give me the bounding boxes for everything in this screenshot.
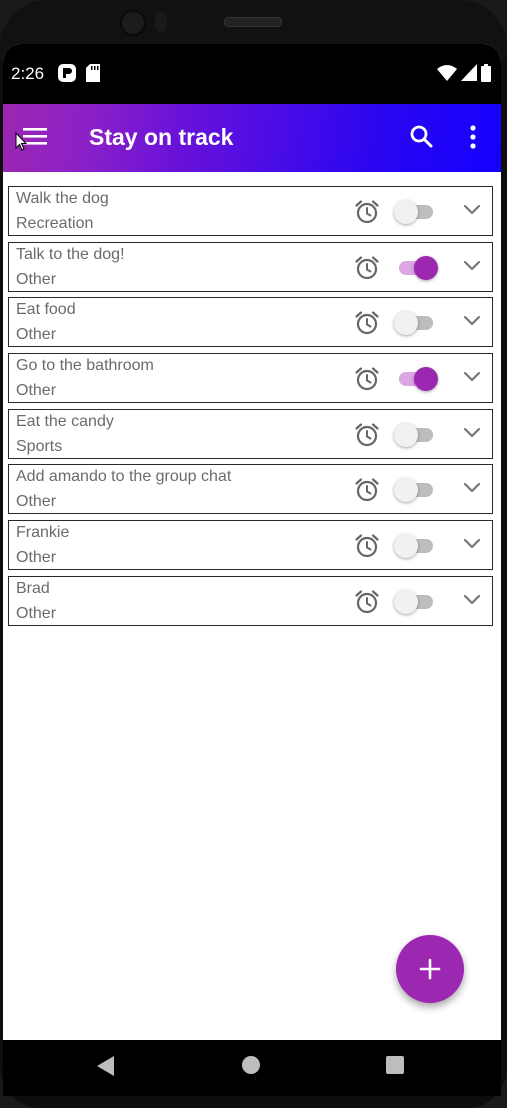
task-category: Other [16, 549, 57, 567]
plus-icon [396, 935, 464, 1003]
back-icon[interactable] [96, 1055, 116, 1077]
chevron-down-icon[interactable] [463, 537, 481, 551]
task-item[interactable]: Walk the dog Recreation [8, 186, 493, 236]
alarm-clock-icon[interactable] [354, 255, 380, 281]
task-category: Other [16, 493, 57, 511]
alarm-clock-icon[interactable] [354, 310, 380, 336]
alarm-toggle-switch[interactable] [394, 589, 436, 614]
home-icon[interactable] [242, 1056, 260, 1074]
alarm-toggle-switch[interactable] [394, 422, 436, 447]
alarm-toggle-switch[interactable] [394, 534, 436, 559]
chevron-down-icon[interactable] [463, 481, 481, 495]
sd-card-icon [86, 64, 100, 87]
switch-thumb [414, 367, 438, 392]
wifi-icon [437, 64, 457, 87]
recents-icon[interactable] [386, 1056, 404, 1074]
task-category: Sports [16, 437, 63, 455]
task-category: Other [16, 604, 57, 622]
app-notification-icon [58, 64, 76, 87]
switch-thumb [394, 311, 418, 336]
alarm-toggle-switch[interactable] [394, 478, 436, 503]
switch-thumb [394, 478, 418, 503]
alarm-toggle-switch[interactable] [394, 255, 438, 280]
chevron-down-icon[interactable] [463, 259, 481, 273]
task-category: Recreation [16, 215, 94, 232]
mouse-cursor-icon [15, 131, 28, 157]
status-bar: 2:26 [3, 44, 501, 104]
switch-thumb [394, 534, 418, 559]
task-item[interactable]: Eat the candy Sports [8, 408, 493, 459]
task-item[interactable]: Brad Other [8, 575, 493, 626]
status-time: 2:26 [11, 64, 45, 83]
front-camera [120, 10, 146, 36]
task-item[interactable]: Frankie Other [8, 520, 493, 571]
switch-thumb [394, 200, 418, 224]
system-nav-bar [3, 1040, 501, 1096]
switch-thumb [394, 422, 418, 447]
chevron-down-icon[interactable] [463, 426, 481, 440]
task-item[interactable]: Talk to the dog! Other [8, 241, 493, 292]
page-title: Stay on track [89, 124, 234, 150]
signal-icon [461, 64, 477, 87]
alarm-toggle-switch[interactable] [394, 367, 438, 392]
task-category: Other [16, 270, 57, 288]
proximity-sensor [155, 12, 167, 32]
alarm-clock-icon[interactable] [354, 477, 380, 503]
switch-thumb [394, 589, 418, 614]
more-vert-icon[interactable] [463, 124, 483, 150]
task-title: Eat food [16, 301, 76, 319]
switch-thumb [414, 255, 438, 280]
task-list: Walk the dog Recreation Talk to the dog!… [8, 186, 495, 632]
alarm-clock-icon[interactable] [354, 199, 380, 225]
chevron-down-icon[interactable] [463, 593, 481, 607]
alarm-clock-icon[interactable] [354, 422, 380, 448]
task-category: Other [16, 326, 57, 344]
app-bar: Stay on track [3, 104, 501, 172]
task-title: Brad [16, 579, 50, 597]
chevron-down-icon[interactable] [463, 370, 481, 384]
task-title: Add amando to the group chat [16, 468, 232, 486]
search-icon[interactable] [409, 124, 435, 150]
alarm-clock-icon[interactable] [354, 589, 380, 615]
task-title: Talk to the dog! [16, 245, 125, 263]
chevron-down-icon[interactable] [463, 203, 481, 217]
task-title: Eat the candy [16, 412, 114, 430]
alarm-toggle-switch[interactable] [394, 200, 436, 224]
earpiece-speaker [224, 17, 282, 27]
alarm-toggle-switch[interactable] [394, 311, 436, 336]
battery-icon [481, 64, 491, 87]
alarm-clock-icon[interactable] [354, 533, 380, 559]
task-item[interactable]: Add amando to the group chat Other [8, 464, 493, 515]
chevron-down-icon[interactable] [463, 314, 481, 328]
task-item[interactable]: Go to the bathroom Other [8, 353, 493, 404]
add-task-button[interactable] [396, 935, 464, 1003]
task-title: Frankie [16, 524, 70, 542]
phone-screen: 2:26 Stay on track Walk the dog Recreati… [3, 44, 501, 1096]
task-item[interactable]: Eat food Other [8, 297, 493, 348]
task-category: Other [16, 382, 57, 400]
task-title: Go to the bathroom [16, 357, 154, 375]
task-title: Walk the dog [16, 190, 109, 207]
device-frame: 2:26 Stay on track Walk the dog Recreati… [0, 0, 507, 1108]
alarm-clock-icon[interactable] [354, 366, 380, 392]
